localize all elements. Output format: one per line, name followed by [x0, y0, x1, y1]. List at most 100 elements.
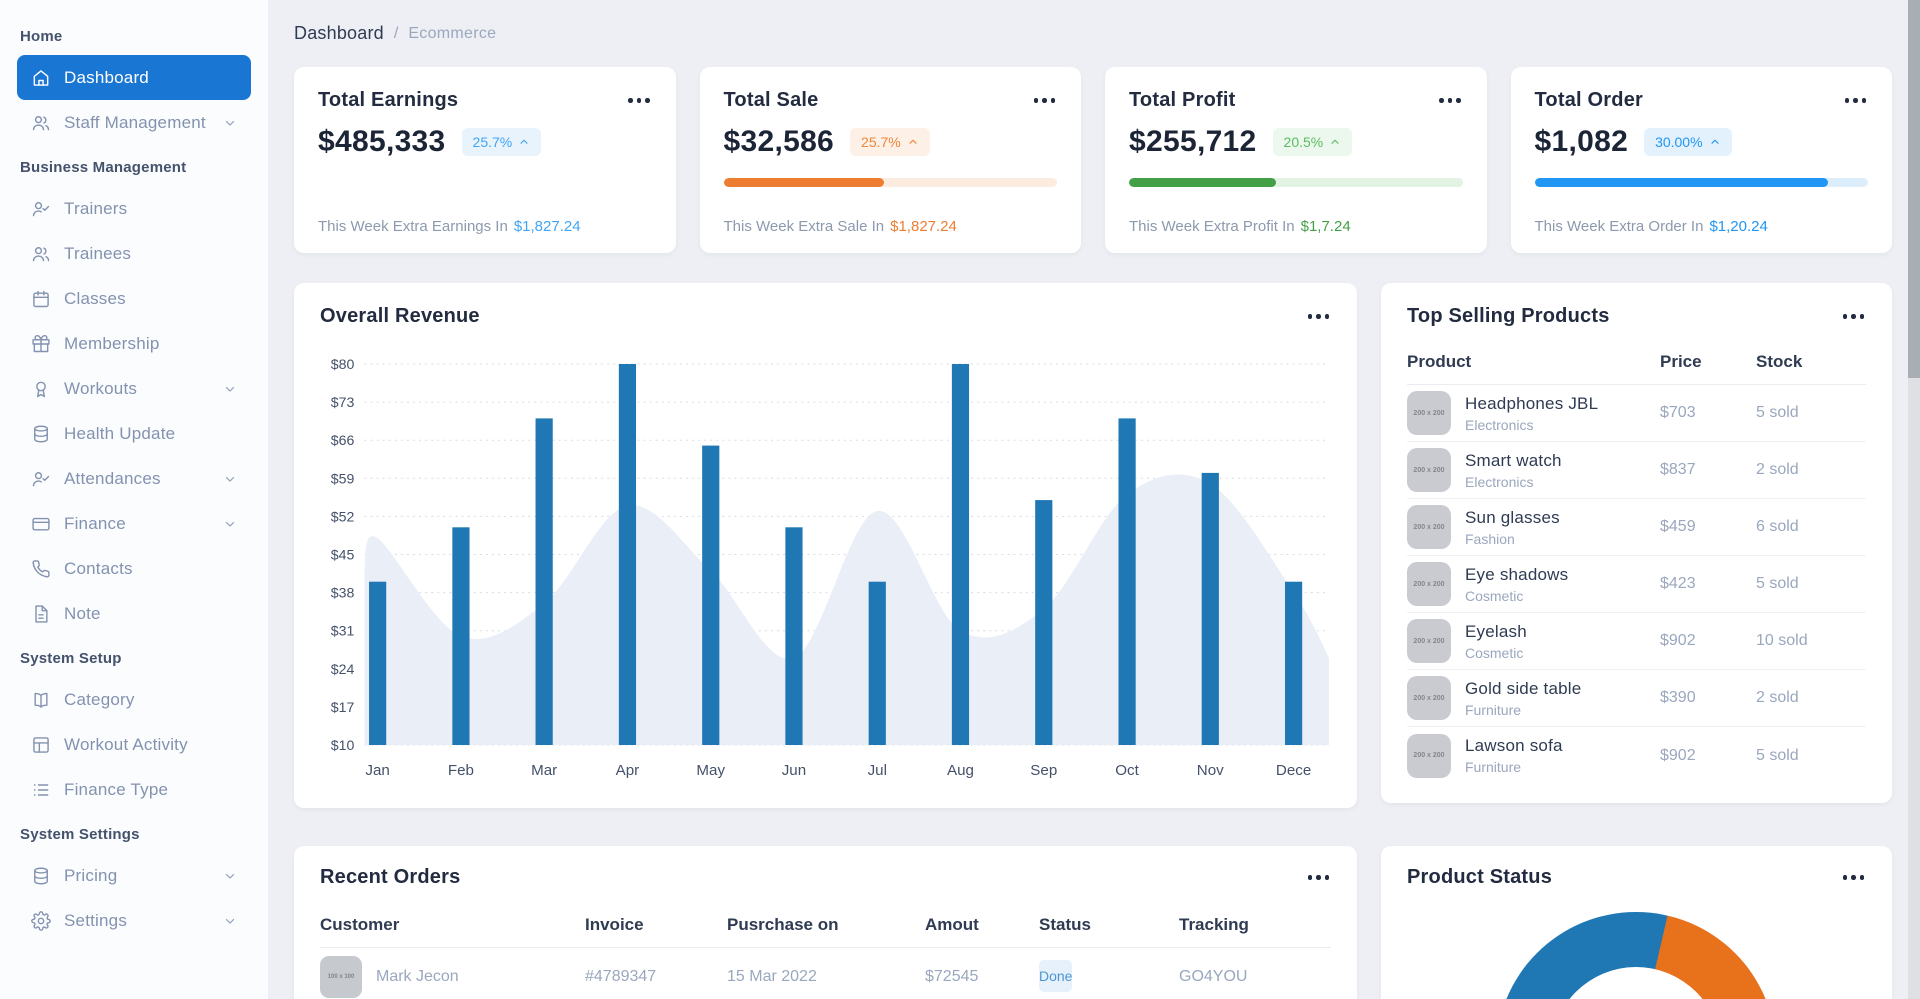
- product-thumbnail: 200 x 200: [1407, 505, 1451, 549]
- product-price: $390: [1660, 689, 1756, 707]
- sidebar-item-settings[interactable]: Settings: [17, 898, 251, 943]
- stat-change-percent: 30.00%: [1655, 134, 1702, 150]
- product-thumbnail: 200 x 200: [1407, 391, 1451, 435]
- product-row[interactable]: 200 x 200 Eye shadows Cosmetic $423 5 so…: [1407, 556, 1866, 613]
- sidebar-item-label: Trainees: [64, 244, 237, 264]
- product-price: $902: [1660, 747, 1756, 765]
- order-row[interactable]: 100 x 100 Mark Jecon #4789347 15 Mar 202…: [320, 948, 1331, 999]
- product-category: Furniture: [1465, 702, 1581, 718]
- sidebar-item-health-update[interactable]: Health Update: [17, 411, 251, 456]
- product-category: Electronics: [1465, 474, 1562, 490]
- scrollbar-thumb[interactable]: [1908, 0, 1920, 378]
- product-stock: 5 sold: [1756, 404, 1866, 422]
- sidebar-item-staff-management[interactable]: Staff Management: [17, 100, 251, 145]
- ellipsis-menu-icon[interactable]: [1841, 869, 1867, 886]
- sidebar-item-workout-activity[interactable]: Workout Activity: [17, 722, 251, 767]
- ellipsis-menu-icon[interactable]: [1306, 869, 1332, 886]
- credit-card-icon: [31, 514, 51, 534]
- main-content: Dashboard / Ecommerce Total Earnings $48…: [268, 0, 1920, 999]
- sidebar-item-label: Note: [64, 604, 237, 624]
- breadcrumb-section: Ecommerce: [408, 25, 496, 43]
- sidebar-item-label: Staff Management: [64, 113, 210, 133]
- product-stock: 2 sold: [1756, 461, 1866, 479]
- stat-card-title: Total Profit: [1129, 89, 1235, 112]
- sidebar-item-pricing[interactable]: Pricing: [17, 853, 251, 898]
- product-price: $703: [1660, 404, 1756, 422]
- progress-bar: [1129, 178, 1463, 187]
- stat-card-title: Total Order: [1535, 89, 1644, 112]
- product-stock: 6 sold: [1756, 518, 1866, 536]
- svg-text:$80: $80: [331, 356, 355, 372]
- sidebar-item-workouts[interactable]: Workouts: [17, 366, 251, 411]
- users-icon: [31, 244, 51, 264]
- breadcrumb-current[interactable]: Dashboard: [294, 23, 384, 44]
- svg-text:$73: $73: [331, 394, 355, 410]
- list-icon: [31, 780, 51, 800]
- stat-card-total-earnings: Total Earnings $485,333 25.7% This Week …: [294, 67, 676, 253]
- product-stock: 2 sold: [1756, 689, 1866, 707]
- stat-change-percent: 25.7%: [861, 134, 901, 150]
- sidebar-item-trainers[interactable]: Trainers: [17, 186, 251, 231]
- svg-text:May: May: [696, 762, 725, 779]
- ellipsis-menu-icon[interactable]: [1306, 308, 1332, 325]
- ellipsis-menu-icon[interactable]: [1437, 92, 1463, 109]
- progress-bar: [1535, 178, 1869, 187]
- product-row[interactable]: 200 x 200 Sun glasses Fashion $459 6 sol…: [1407, 499, 1866, 556]
- product-category: Cosmetic: [1465, 645, 1527, 661]
- product-row[interactable]: 200 x 200 Gold side table Furniture $390…: [1407, 670, 1866, 727]
- sidebar-item-finance[interactable]: Finance: [17, 501, 251, 546]
- sidebar-item-attendances[interactable]: Attendances: [17, 456, 251, 501]
- ellipsis-menu-icon[interactable]: [1843, 92, 1869, 109]
- sidebar-item-classes[interactable]: Classes: [17, 276, 251, 321]
- product-row[interactable]: 200 x 200 Smart watch Electronics $837 2…: [1407, 442, 1866, 499]
- svg-text:Mar: Mar: [531, 762, 557, 779]
- svg-text:Jan: Jan: [365, 762, 389, 779]
- ellipsis-menu-icon[interactable]: [1841, 308, 1867, 325]
- sidebar-item-membership[interactable]: Membership: [17, 321, 251, 366]
- product-stock: 5 sold: [1756, 575, 1866, 593]
- home-icon: [31, 68, 51, 88]
- stat-card-total-sale: Total Sale $32,586 25.7% This Week Extra…: [700, 67, 1082, 253]
- chevron-down-icon: [223, 116, 237, 130]
- product-thumbnail: 200 x 200: [1407, 734, 1451, 778]
- sidebar-section-system-settings: System Settings: [0, 812, 268, 853]
- sidebar-item-note[interactable]: Note: [17, 591, 251, 636]
- stat-change-badge: 30.00%: [1644, 128, 1731, 156]
- phone-icon: [31, 559, 51, 579]
- database-icon: [31, 424, 51, 444]
- stat-value: $485,333: [318, 125, 446, 159]
- product-name: Headphones JBL: [1465, 394, 1598, 414]
- sidebar-item-label: Workout Activity: [64, 735, 237, 755]
- product-row[interactable]: 200 x 200 Headphones JBL Electronics $70…: [1407, 385, 1866, 442]
- vertical-scrollbar[interactable]: [1908, 0, 1920, 999]
- sidebar-item-label: Health Update: [64, 424, 237, 444]
- sidebar-item-label: Classes: [64, 289, 237, 309]
- sidebar-item-finance-type[interactable]: Finance Type: [17, 767, 251, 812]
- chevron-up-icon: [1329, 136, 1341, 148]
- order-purchase-on: 15 Mar 2022: [727, 968, 925, 986]
- product-row[interactable]: 200 x 200 Lawson sofa Furniture $902 5 s…: [1407, 727, 1866, 784]
- ellipsis-menu-icon[interactable]: [626, 92, 652, 109]
- sidebar-item-category[interactable]: Category: [17, 677, 251, 722]
- product-category: Electronics: [1465, 417, 1598, 433]
- sidebar-item-contacts[interactable]: Contacts: [17, 546, 251, 591]
- file-text-icon: [31, 604, 51, 624]
- order-invoice: #4789347: [585, 968, 727, 986]
- product-stock: 10 sold: [1756, 632, 1866, 650]
- svg-text:Dece: Dece: [1276, 762, 1311, 779]
- sidebar-item-label: Membership: [64, 334, 237, 354]
- database-icon: [31, 866, 51, 886]
- sidebar-item-trainees[interactable]: Trainees: [17, 231, 251, 276]
- sidebar-item-dashboard[interactable]: Dashboard: [17, 55, 251, 100]
- svg-text:$59: $59: [331, 470, 355, 486]
- product-row[interactable]: 200 x 200 Eyelash Cosmetic $902 10 sold: [1407, 613, 1866, 670]
- stat-footer-amount: $1,827.24: [890, 218, 957, 235]
- ellipsis-menu-icon[interactable]: [1032, 92, 1058, 109]
- sidebar-item-label: Finance: [64, 514, 210, 534]
- sidebar-item-label: Workouts: [64, 379, 210, 399]
- svg-text:$38: $38: [331, 585, 355, 601]
- svg-text:$45: $45: [331, 547, 355, 563]
- calendar-icon: [31, 289, 51, 309]
- svg-text:Jun: Jun: [782, 762, 806, 779]
- stat-footer-amount: $1,827.24: [514, 218, 581, 235]
